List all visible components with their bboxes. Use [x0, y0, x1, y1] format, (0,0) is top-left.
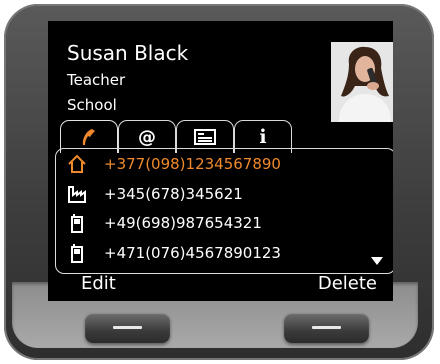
right-softkey-button[interactable] [284, 313, 369, 343]
display-screen: Susan Black Teacher School @ i +377(098)… [48, 21, 393, 301]
phone-number-value: +471(076)4567890123 [104, 244, 281, 262]
mobile-icon [67, 243, 87, 263]
office-icon [67, 184, 87, 204]
contact-photo [331, 42, 393, 122]
phone-number-value: +49(698)987654321 [104, 214, 262, 232]
phone-number-value: +377(098)1234567890 [104, 155, 281, 173]
contact-photo-image [331, 42, 393, 122]
phone-number-item[interactable]: +377(098)1234567890 [56, 151, 393, 177]
at-sign-icon: @ [138, 126, 156, 148]
phone-number-value: +345(678)345621 [104, 185, 243, 203]
phone-number-item[interactable]: +471(076)4567890123 [56, 240, 393, 266]
contact-company: School [67, 96, 117, 114]
home-icon [67, 154, 87, 174]
phone-number-item[interactable]: +345(678)345621 [56, 181, 393, 207]
business-card-icon [194, 129, 216, 145]
contact-occupation: Teacher [67, 71, 126, 89]
phone-number-list: +377(098)1234567890 +345(678)345621 +49(… [55, 148, 393, 274]
phone-handset-icon [82, 129, 95, 145]
phone-number-item[interactable]: +49(698)987654321 [56, 210, 393, 236]
left-softkey-button[interactable] [85, 313, 170, 343]
scroll-down-icon[interactable] [371, 257, 383, 265]
contact-name: Susan Black [67, 41, 189, 65]
info-icon: i [259, 126, 267, 148]
softkey-right-label: Delete [317, 273, 377, 294]
mobile-icon [67, 213, 87, 233]
softkey-left-label: Edit [81, 273, 116, 294]
softkey-bar-icon [312, 326, 341, 329]
softkey-bar-icon [113, 326, 142, 329]
